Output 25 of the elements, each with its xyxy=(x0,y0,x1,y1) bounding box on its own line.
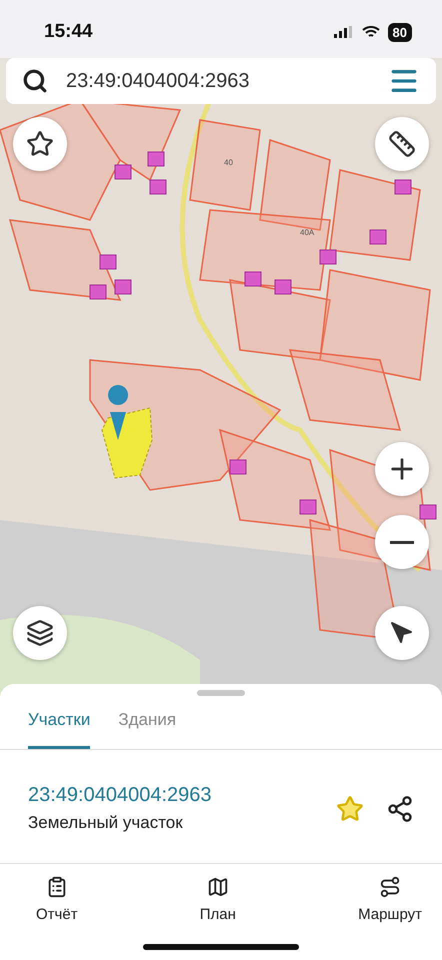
nav-button[interactable]: Маршрут xyxy=(358,876,422,923)
tab[interactable]: Участки xyxy=(28,696,90,749)
object-type: Земельный участок xyxy=(28,813,184,833)
minus-icon xyxy=(390,540,414,544)
layers-icon xyxy=(26,619,54,647)
share-icon[interactable] xyxy=(386,794,414,822)
house-number: 40А xyxy=(300,228,314,237)
signal-icon xyxy=(334,26,354,38)
house-number: 40 xyxy=(224,158,233,167)
ruler-icon xyxy=(388,130,416,158)
route-icon xyxy=(379,876,402,898)
location-arrow-icon xyxy=(390,621,414,645)
search-field[interactable]: 23:49:0404004:2963 xyxy=(6,58,436,104)
nav-button[interactable]: План xyxy=(200,876,236,923)
star-icon xyxy=(26,130,54,158)
favorite-star-icon[interactable] xyxy=(336,794,364,822)
search-icon xyxy=(22,68,48,94)
battery-level: 80 xyxy=(388,22,412,42)
tab[interactable]: Здания xyxy=(118,696,176,749)
map-icon xyxy=(206,876,229,898)
drag-handle[interactable] xyxy=(197,690,245,696)
status-time: 15:44 xyxy=(44,21,93,43)
cadastral-number[interactable]: 23:49:0404004:2963 xyxy=(28,784,336,807)
nav-button[interactable]: Отчёт xyxy=(36,876,78,923)
wifi-icon xyxy=(362,26,380,38)
